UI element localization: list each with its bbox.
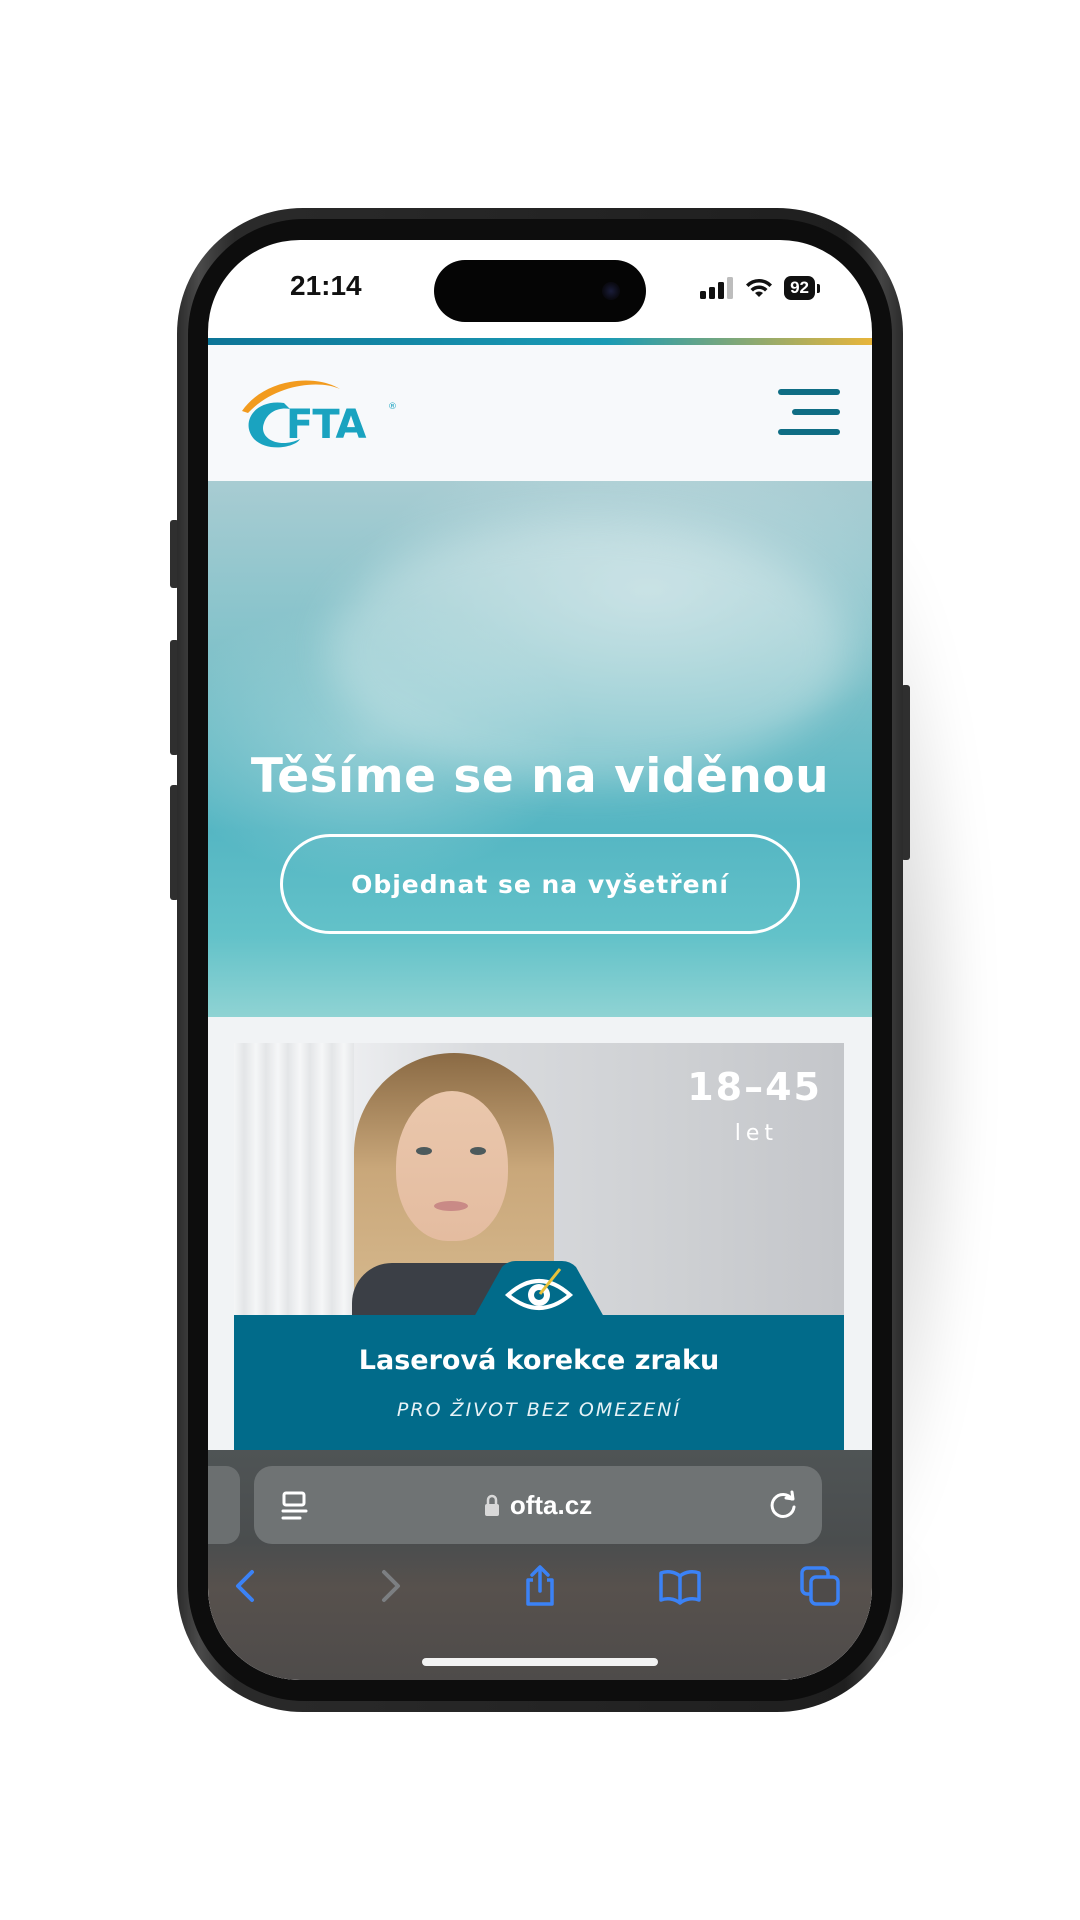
eye-icon <box>474 1261 604 1317</box>
browser-toolbar: ofta.cz <box>208 1450 872 1680</box>
hero-background-image <box>328 521 848 781</box>
hamburger-menu-button[interactable] <box>778 389 840 435</box>
cellular-signal-icon <box>700 277 734 299</box>
phone-screen: 21:14 92 FTA ® Těšíme se na viděnou Obje… <box>208 240 872 1680</box>
url-text: ofta.cz <box>509 1489 593 1520</box>
card-subtitle: PRO ŽIVOT BEZ OMEZENÍ <box>396 1399 682 1421</box>
svg-text:FTA: FTA <box>286 402 367 448</box>
laser-correction-card[interactable]: 18–45 let Laserová korekce zraku PRO ŽIV… <box>234 1043 844 1463</box>
url-display[interactable]: ofta.cz <box>254 1466 822 1544</box>
ofta-logo[interactable]: FTA ® <box>234 373 404 455</box>
previous-tab-preview[interactable] <box>208 1466 240 1544</box>
share-icon[interactable] <box>518 1564 562 1608</box>
forward-icon[interactable] <box>366 1564 410 1608</box>
hero-banner: Těšíme se na viděnou Objednat se na vyše… <box>208 481 872 1017</box>
dynamic-island <box>434 260 646 322</box>
card-title: Laserová korekce zraku <box>358 1345 720 1376</box>
site-header: FTA ® <box>208 345 872 481</box>
status-icons: 92 <box>700 276 820 300</box>
back-icon[interactable] <box>226 1564 270 1608</box>
battery-level: 92 <box>784 276 815 300</box>
card-caption: Laserová korekce zraku PRO ŽIVOT BEZ OME… <box>234 1315 844 1463</box>
reload-icon[interactable] <box>766 1488 800 1522</box>
lock-icon <box>484 1494 499 1516</box>
hero-title: Těšíme se na viděnou <box>250 749 830 804</box>
status-time: 21:14 <box>290 270 362 301</box>
age-unit: let <box>734 1121 778 1146</box>
accent-line <box>208 338 872 345</box>
svg-text:®: ® <box>388 402 397 412</box>
home-indicator[interactable] <box>422 1658 658 1666</box>
age-range: 18–45 <box>687 1065 822 1109</box>
wifi-icon <box>746 278 773 297</box>
book-appointment-button[interactable]: Objednat se na vyšetření <box>280 834 800 934</box>
camera-icon <box>602 282 620 300</box>
tabs-icon[interactable] <box>798 1564 842 1608</box>
battery-tip <box>817 283 820 293</box>
bookmarks-icon[interactable] <box>658 1564 702 1608</box>
address-bar[interactable]: ofta.cz <box>254 1466 822 1544</box>
